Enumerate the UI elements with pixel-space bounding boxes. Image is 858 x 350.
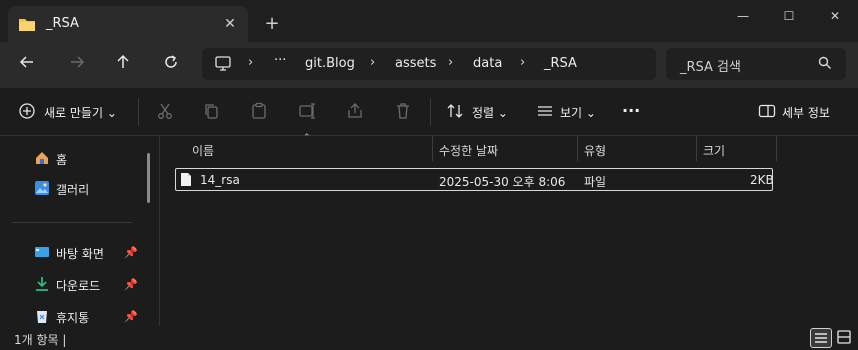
tiles-view-button[interactable]	[834, 328, 856, 348]
pin-icon[interactable]: 📌	[124, 310, 138, 323]
sort-ascending-icon: ⌃	[303, 133, 311, 143]
view-icon	[536, 102, 556, 122]
search-input[interactable]: _RSA 검색	[680, 56, 741, 75]
view-button[interactable]: 보기 ⌄	[560, 104, 596, 121]
status-bar: 1개 항목 |	[0, 326, 858, 350]
download-icon	[34, 276, 50, 292]
file-icon	[180, 172, 192, 190]
column-divider[interactable]	[577, 136, 578, 161]
column-header-size[interactable]: 크기	[703, 142, 725, 159]
breadcrumb-separator[interactable]: ›	[520, 55, 525, 70]
maximize-button[interactable]: ☐	[766, 6, 812, 26]
gallery-icon	[34, 180, 50, 196]
details-button[interactable]: 세부 정보	[782, 104, 830, 121]
table-row[interactable]: 14_rsa 2025-05-30 오후 8:06 파일 2KB	[175, 168, 774, 191]
pin-icon[interactable]: 📌	[124, 278, 138, 291]
sort-button[interactable]: 정렬 ⌄	[472, 104, 508, 121]
breadcrumb-data[interactable]: data	[473, 56, 502, 71]
cut-icon[interactable]	[156, 102, 176, 122]
computer-icon[interactable]	[214, 56, 232, 75]
sidebar-item-label: 바탕 화면	[56, 247, 104, 261]
breadcrumb-separator[interactable]: ›	[248, 55, 253, 70]
navigation-pane: 홈 갤러리 바탕 화면 📌 다운로드 📌 휴지통 📌	[0, 136, 160, 326]
breadcrumb-git-blog[interactable]: git.Blog	[305, 56, 355, 71]
title-bar: _RSA ✕ + — ☐ ✕	[0, 0, 858, 42]
sidebar-item-label: 갤러리	[56, 183, 90, 197]
sidebar-item-label: 다운로드	[56, 279, 101, 293]
tab-close-icon[interactable]: ✕	[220, 14, 240, 34]
delete-icon[interactable]	[394, 102, 414, 122]
breadcrumb-more[interactable]: ···	[274, 53, 286, 68]
command-bar: 새로 만들기 ⌄ 정렬 ⌄ 보기 ⌄ ··· 세부 정보	[0, 88, 858, 136]
minimize-button[interactable]: —	[720, 6, 766, 26]
file-type: 파일	[584, 175, 607, 189]
new-button-label: 새로 만들기	[44, 106, 104, 120]
sidebar-item-label: 홈	[56, 153, 68, 167]
view-button-label: 보기	[560, 106, 583, 120]
home-icon	[34, 150, 50, 166]
up-arrow-icon[interactable]	[110, 52, 136, 78]
breadcrumb-separator[interactable]: ›	[448, 55, 453, 70]
column-divider[interactable]	[432, 136, 433, 161]
search-icon[interactable]	[818, 56, 832, 73]
forward-arrow-icon[interactable]	[64, 52, 90, 78]
pane-divider	[159, 136, 160, 326]
pin-icon[interactable]: 📌	[124, 246, 138, 259]
breadcrumb-separator[interactable]: ›	[370, 55, 375, 70]
toolbar-divider	[430, 98, 431, 126]
breadcrumb-rsa[interactable]: _RSA	[544, 56, 577, 71]
recycle-bin-icon	[34, 308, 50, 324]
column-divider[interactable]	[696, 136, 697, 161]
back-arrow-icon[interactable]	[14, 52, 40, 78]
more-options-button[interactable]: ···	[622, 101, 640, 120]
address-bar[interactable]: › ··· git.Blog › assets › data › _RSA	[202, 48, 656, 80]
close-window-button[interactable]: ✕	[812, 6, 858, 26]
details-pane-icon	[758, 102, 778, 122]
copy-icon[interactable]	[202, 102, 222, 122]
item-count: 1개 항목 |	[14, 333, 67, 347]
sort-icon	[446, 102, 466, 122]
sidebar-item-label: 휴지통	[56, 311, 90, 325]
sidebar-scrollbar[interactable]	[147, 153, 150, 203]
column-header-name[interactable]: 이름	[192, 142, 214, 159]
file-modified: 2025-05-30 오후 8:06	[439, 175, 566, 189]
folder-icon	[18, 16, 36, 35]
column-header-modified[interactable]: 수정한 날짜	[439, 142, 498, 159]
refresh-icon[interactable]	[158, 52, 184, 78]
tab-rsa[interactable]: _RSA ✕	[8, 6, 248, 42]
sidebar-divider	[12, 222, 132, 223]
details-view-button[interactable]	[810, 328, 832, 348]
breadcrumb-assets[interactable]: assets	[395, 56, 436, 71]
navigation-bar: › ··· git.Blog › assets › data › _RSA _R…	[0, 42, 858, 88]
column-divider[interactable]	[776, 136, 777, 161]
file-size: 2KB	[750, 173, 774, 187]
new-tab-button[interactable]: +	[262, 14, 282, 34]
plus-circle-icon	[18, 102, 38, 122]
column-header-type[interactable]: 유형	[584, 142, 606, 159]
file-name: 14_rsa	[200, 173, 240, 187]
paste-icon[interactable]	[250, 102, 270, 122]
share-icon[interactable]	[346, 102, 366, 122]
search-box[interactable]: _RSA 검색	[666, 48, 846, 80]
tab-title: _RSA	[46, 16, 79, 31]
new-button[interactable]: 새로 만들기 ⌄	[44, 104, 117, 121]
desktop-icon	[34, 244, 50, 260]
toolbar-divider	[138, 98, 139, 126]
rename-icon[interactable]	[298, 102, 318, 122]
sort-button-label: 정렬	[472, 106, 495, 120]
